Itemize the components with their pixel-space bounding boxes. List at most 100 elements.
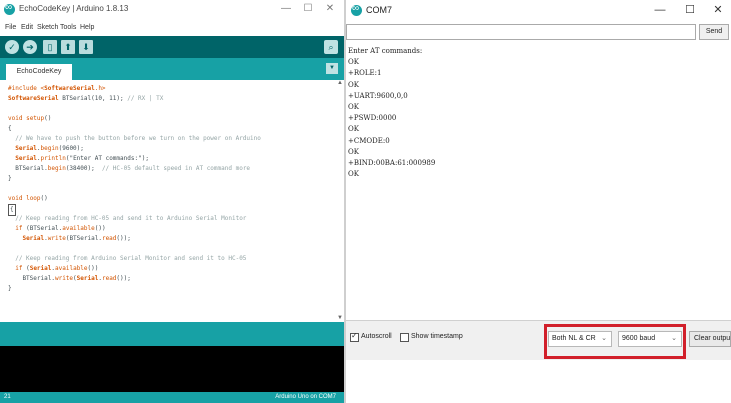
serial-output-lines: Enter AT commands: OK +ROLE:1 OK +UART:9600,…: [347, 46, 435, 180]
show-timestamp-label: Show timestamp: [411, 333, 463, 340]
code-line[interactable]: [8, 104, 330, 114]
line-number: 21: [4, 394, 11, 400]
code-token: ()): [94, 225, 106, 232]
code-line[interactable]: [8, 244, 330, 254]
code-line[interactable]: Serial.begin(9600);: [8, 144, 330, 154]
code-token: available: [62, 225, 95, 232]
code-token: (BTSerial.: [65, 235, 102, 242]
serial-output-line: Enter AT commands:: [348, 47, 423, 55]
code-line[interactable]: #include <SoftwareSerial.h>: [8, 84, 330, 94]
send-button[interactable]: Send: [699, 24, 729, 40]
code-token: (): [44, 115, 52, 122]
code-token: Serial: [76, 275, 99, 282]
code-token: Serial: [15, 145, 37, 152]
maximize-button[interactable]: ☐: [298, 2, 318, 16]
code-token: ());: [116, 235, 131, 242]
scroll-down-icon[interactable]: ▼: [337, 315, 343, 321]
serial-output-line: OK: [348, 102, 359, 111]
autoscroll-checkbox[interactable]: [350, 331, 359, 342]
code-line[interactable]: SoftwareSerial BTSerial(10, 11); // RX |…: [8, 94, 330, 104]
highlight-box: [544, 324, 686, 359]
serial-footer: [346, 360, 731, 403]
menu-sketch[interactable]: Sketch: [37, 24, 58, 31]
code-token: read: [101, 235, 117, 242]
status-bar: 21 Arduino Uno on COM7: [0, 392, 344, 403]
code-text[interactable]: #include <SoftwareSerial.h> SoftwareSeria…: [8, 84, 330, 294]
clear-output-button[interactable]: Clear output: [689, 331, 731, 347]
code-token: ());: [116, 275, 131, 282]
code-token: // Keep reading from HC-05 and send it t…: [8, 215, 247, 222]
maximize-button[interactable]: ☐: [679, 3, 701, 17]
send-input[interactable]: [346, 24, 696, 40]
code-line[interactable]: if (BTSerial.available()): [8, 224, 330, 234]
code-token: (38400);: [65, 165, 102, 172]
verify-icon[interactable]: ✓: [5, 40, 19, 54]
ide-toolbar: ✓ ➔ ▯ ⬆ ⬇ ⌕: [0, 36, 344, 58]
code-token: .h>: [94, 85, 106, 92]
code-token: Serial: [29, 265, 52, 272]
code-token: BTSerial.: [8, 165, 48, 172]
code-token: SoftwareSerial: [44, 85, 95, 92]
serial-output-line: OK: [348, 58, 359, 67]
editor-scrollbar[interactable]: ▲ ▼: [336, 80, 344, 322]
new-sketch-icon[interactable]: ▯: [43, 40, 57, 54]
code-token: Serial: [22, 235, 45, 242]
save-sketch-icon[interactable]: ⬇: [79, 40, 93, 54]
code-line[interactable]: if (Serial.available()): [8, 264, 330, 274]
code-line[interactable]: BTSerial.write(Serial.read());: [8, 274, 330, 284]
serial-output-line: OK: [348, 125, 359, 134]
menu-tools[interactable]: Tools: [60, 24, 76, 31]
code-token: // We have to push the button before we …: [8, 135, 261, 142]
show-timestamp-checkbox[interactable]: [400, 333, 409, 342]
code-line[interactable]: void loop(): [8, 194, 330, 204]
code-line[interactable]: {: [8, 204, 330, 216]
code-token: Serial: [15, 155, 37, 162]
code-line[interactable]: Serial.write(BTSerial.read());: [8, 234, 330, 244]
code-line[interactable]: // Keep reading from Arduino Serial Moni…: [8, 254, 330, 264]
code-token: available: [55, 265, 88, 272]
code-token: }: [8, 175, 12, 182]
code-token: println: [40, 155, 66, 162]
code-token: (9600);: [58, 145, 84, 152]
minimize-button[interactable]: —: [649, 3, 671, 17]
arduino-logo-icon: [4, 2, 15, 15]
code-token: BTSerial.: [8, 275, 55, 282]
code-token: write: [54, 275, 74, 282]
arduino-ide-window: EchoCodeKey | Arduino 1.8.13 — ☐ ✕ File …: [0, 0, 344, 403]
upload-icon[interactable]: ➔: [23, 40, 37, 54]
menu-edit[interactable]: Edit: [21, 24, 33, 31]
code-token: BTSerial(10, 11);: [58, 95, 128, 102]
ide-window-title: EchoCodeKey | Arduino 1.8.13: [19, 4, 129, 13]
code-line[interactable]: BTSerial.begin(38400); // HC-05 default …: [8, 164, 330, 174]
serial-monitor-icon[interactable]: ⌕: [324, 40, 338, 54]
scroll-up-icon[interactable]: ▲: [337, 80, 343, 86]
close-button[interactable]: ✕: [320, 2, 340, 16]
code-line[interactable]: }: [8, 174, 330, 184]
serial-monitor-window: COM7 — ☐ ✕ Send Enter AT commands: OK +ROL…: [346, 0, 731, 403]
open-sketch-icon[interactable]: ⬆: [61, 40, 75, 54]
serial-window-title: COM7: [366, 5, 393, 15]
close-button[interactable]: ✕: [707, 3, 729, 17]
code-line[interactable]: // Keep reading from HC-05 and send it t…: [8, 214, 330, 224]
code-line[interactable]: {: [8, 124, 330, 134]
code-line[interactable]: Serial.println("Enter AT commands:");: [8, 154, 330, 164]
code-line[interactable]: // We have to push the button before we …: [8, 134, 330, 144]
code-line[interactable]: }: [8, 284, 330, 294]
autoscroll-label: Autoscroll: [361, 333, 392, 340]
sketch-tab-bar: EchoCodeKey ▼: [0, 58, 344, 80]
tab-menu-icon[interactable]: ▼: [326, 63, 338, 74]
serial-output-line: +UART:9600,0,0: [348, 91, 408, 100]
menu-file[interactable]: File: [5, 24, 16, 31]
menu-help[interactable]: Help: [80, 24, 94, 31]
code-editor[interactable]: #include <SoftwareSerial.h> SoftwareSeria…: [0, 80, 344, 322]
code-line[interactable]: [8, 184, 330, 194]
code-token: write: [47, 235, 66, 242]
minimize-button[interactable]: —: [276, 2, 296, 16]
code-token: ()): [87, 265, 99, 272]
serial-output-line: OK: [348, 147, 359, 156]
code-token: ("Enter AT commands:");: [65, 155, 149, 162]
code-line[interactable]: void setup(): [8, 114, 330, 124]
tab-echocodekey[interactable]: EchoCodeKey: [6, 64, 72, 80]
arduino-logo-icon: [351, 3, 362, 16]
